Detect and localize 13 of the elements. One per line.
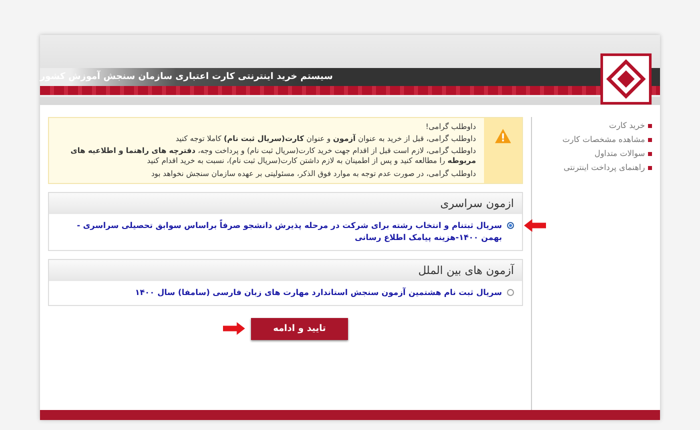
logo-icon [600,53,652,105]
option-label[interactable]: سریال ثبت نام هشتمین آزمون سنجش استاندارد مهارت های زبان فارسی (سامفا) سال ۱۴۰۰ [135,286,502,299]
radio-button[interactable] [507,288,514,296]
option-label[interactable]: سریال ثبتنام و انتخاب رشته برای شرکت در مرحله پذیرش دانشجو صرفاً براساس سوابق تحصیلی سراسری - بهمن ۱۴۰۰-هزینه پیامک اطلاع رسانی [57,220,502,244]
sidebar-link[interactable]: خرید کارت [540,121,652,130]
warning-icon [494,128,512,144]
radio-button[interactable] [507,222,514,229]
sidebar-link[interactable]: راهنمای پرداخت اینترنتی [540,163,652,172]
confirm-button[interactable]: تایید و ادامه [251,318,348,340]
sidebar-link[interactable]: مشاهده مشخصات کارت [540,135,652,144]
sidebar-link[interactable]: سوالات متداول [540,149,652,158]
section-title: آزمون های بین الملل [418,264,514,277]
section-title: ازمون سراسری [440,196,514,210]
